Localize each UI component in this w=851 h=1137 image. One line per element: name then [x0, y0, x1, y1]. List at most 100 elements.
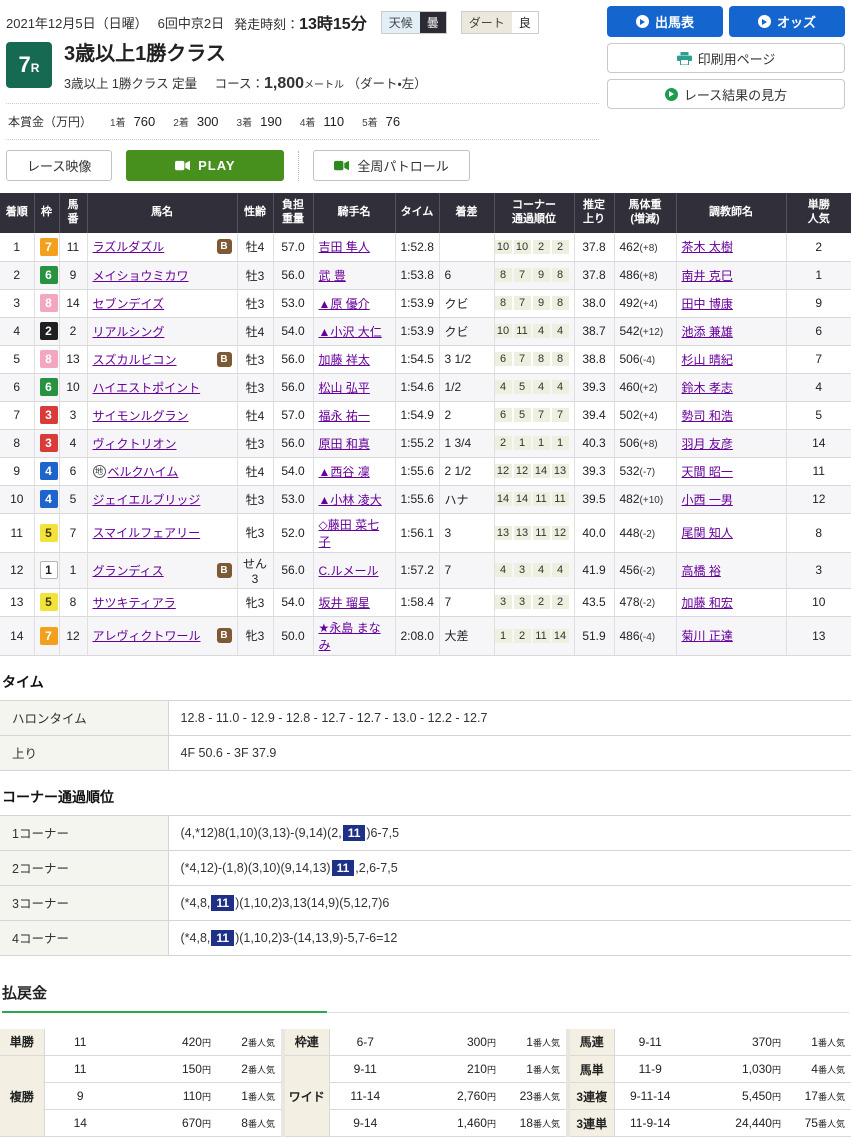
horse-name-link[interactable]: スズカルビコン [93, 351, 177, 368]
trainer-link[interactable]: 小西 一男 [682, 493, 733, 507]
trainer-link[interactable]: 田中 博康 [682, 297, 733, 311]
jockey-link[interactable]: 坂井 瑠星 [319, 596, 370, 610]
horse-name-link[interactable]: ラズルダズル [93, 238, 165, 255]
track-value: 良 [512, 12, 538, 33]
horse-number: 11 [59, 233, 87, 261]
margin: 大差 [439, 616, 494, 655]
carried-weight: 54.0 [273, 588, 313, 616]
payout-combination: 9-11 [614, 1029, 686, 1056]
trainer-link[interactable]: 茶木 太樹 [682, 240, 733, 254]
carried-weight: 57.0 [273, 401, 313, 429]
jockey-link[interactable]: 原田 和真 [319, 437, 370, 451]
frame-cell: 2 [34, 317, 59, 345]
trainer-link[interactable]: 鈴木 孝志 [682, 381, 733, 395]
yen-suffix: 円 [772, 1038, 781, 1048]
trainer-link[interactable]: 池添 兼雄 [682, 325, 733, 339]
frame-cell: 5 [34, 588, 59, 616]
trainer-link[interactable]: 菊川 正達 [682, 629, 733, 643]
payout-popularity: 1番人気 [787, 1029, 851, 1056]
trainer-link[interactable]: 高橋 裕 [682, 564, 721, 578]
column-header: 推定 上り [574, 193, 614, 233]
jockey-link[interactable]: ▲小林 凌大 [319, 493, 382, 507]
bet-type-label: 複勝 [0, 1056, 44, 1137]
odds-button[interactable]: オッズ [729, 6, 845, 37]
jockey-link[interactable]: ★永島 まなみ [319, 621, 381, 652]
horse-name-link[interactable]: リアルシング [93, 323, 165, 340]
horse-weight: 542 [620, 324, 640, 338]
time-section-title: タイム [2, 672, 851, 692]
trainer-link[interactable]: 天間 昭一 [682, 465, 733, 479]
corner-position: 11 [552, 492, 569, 506]
corner-position: 14 [495, 492, 512, 506]
payout-amount: 300円 [401, 1029, 502, 1056]
jockey-link[interactable]: ▲西谷 凜 [319, 465, 370, 479]
corner-position: 4 [495, 563, 512, 577]
horse-weight-diff: (+4) [640, 299, 658, 310]
horse-name-link[interactable]: サツキティアラ [93, 594, 176, 611]
trainer-cell: 加藤 和宏 [676, 588, 786, 616]
result-guide-button[interactable]: レース結果の見方 [607, 79, 845, 109]
horse-name-link[interactable]: メイショウミカワ [93, 267, 189, 284]
jockey-link[interactable]: 福永 祐一 [319, 409, 370, 423]
prize-label: 本賞金（万円） [8, 113, 92, 130]
jockey-link[interactable]: ▲原 優介 [319, 297, 370, 311]
trainer-link[interactable]: 南井 克巳 [682, 269, 733, 283]
corner-row: 3コーナー (*4,8,11)(1,10,2)3,13(14,9)(5,12,7… [0, 885, 851, 920]
result-row: 946地ベルクハイム牡454.0▲西谷 凜1:55.62 1/212121413… [0, 457, 851, 485]
margin: 7 [439, 552, 494, 588]
trainer-link[interactable]: 勢司 和浩 [682, 409, 733, 423]
horse-number: 2 [59, 317, 87, 345]
horse-name-link[interactable]: ジェイエルブリッジ [93, 491, 201, 508]
jockey-link[interactable]: 松山 弘平 [319, 381, 370, 395]
horse-name-link[interactable]: グランディス [93, 562, 164, 579]
horse-name-link[interactable]: ヴィクトリオン [93, 435, 177, 452]
video-controls: レース映像 PLAY 全周パトロール [0, 140, 851, 193]
jockey-link[interactable]: ◇藤田 菜七子 [319, 518, 380, 549]
jockey-link[interactable]: 加藤 祥太 [319, 353, 370, 367]
play-button[interactable]: PLAY [126, 150, 284, 181]
prize-item: 5着76 [362, 114, 400, 129]
trainer-link[interactable]: 尾関 知人 [682, 526, 733, 540]
jockey-link[interactable]: 武 豊 [319, 269, 346, 283]
horse-weight: 486 [620, 268, 640, 282]
result-row: 834ヴィクトリオン牡356.0原田 和真1:55.21 3/4211140.3… [0, 429, 851, 457]
finish-position: 8 [0, 429, 34, 457]
trainer-link[interactable]: 杉山 晴紀 [682, 353, 733, 367]
horse-name-link[interactable]: スマイルフェアリー [93, 524, 201, 541]
horse-name-link[interactable]: サイモンルグラン [93, 407, 189, 424]
corner-order-value: (*4,12)-(1,8)(3,10)(9,14,13)11,2,6-7,5 [168, 850, 851, 885]
patrol-video-button[interactable]: 全周パトロール [313, 150, 469, 181]
track-condition-badge: ダート 良 [461, 11, 539, 34]
margin: ハナ [439, 485, 494, 513]
jockey-link[interactable]: ▲小沢 大仁 [319, 325, 382, 339]
corner-position: 12 [495, 464, 512, 478]
jockey-link[interactable]: 吉田 隼人 [319, 240, 370, 254]
horse-name-link[interactable]: セブンデイズ [93, 295, 165, 312]
frame-cell: 8 [34, 345, 59, 373]
yen-suffix: 円 [487, 1038, 496, 1048]
corner-label: 3コーナー [0, 885, 168, 920]
payout-combination: 9 [44, 1083, 116, 1110]
print-page-button[interactable]: 印刷用ページ [607, 43, 845, 73]
race-video-button[interactable]: レース映像 [6, 150, 112, 181]
jockey-link[interactable]: C.ルメール [319, 564, 379, 578]
horse-name-cell: サイモンルグラン [87, 401, 237, 429]
horse-weight-cell: 542(+12) [614, 317, 676, 345]
payout-popularity: 8番人気 [217, 1110, 281, 1137]
sex-age: 牡3 [237, 429, 273, 457]
corner-position: 4 [552, 324, 569, 338]
corner-position: 1 [514, 436, 531, 450]
race-info-block: 2021年12月5日（日曜） 6回中京2日 発走時刻：13時15分 天候 曇 ダ… [6, 6, 599, 140]
horse-name-link[interactable]: アレヴィクトワール [93, 627, 201, 644]
corner-passing-cell: 3322 [494, 588, 574, 616]
sex-age: 牡4 [237, 401, 273, 429]
trainer-link[interactable]: 羽月 友彦 [682, 437, 733, 451]
carried-weight: 53.0 [273, 485, 313, 513]
entries-button[interactable]: 出馬表 [607, 6, 723, 37]
horse-name-link[interactable]: ベルクハイム [108, 463, 179, 480]
jockey-cell: ★永島 まなみ [313, 616, 395, 655]
win-popularity: 8 [786, 513, 851, 552]
corner-passing-cell: 2111 [494, 429, 574, 457]
trainer-link[interactable]: 加藤 和宏 [682, 596, 733, 610]
horse-name-link[interactable]: ハイエストポイント [93, 379, 201, 396]
